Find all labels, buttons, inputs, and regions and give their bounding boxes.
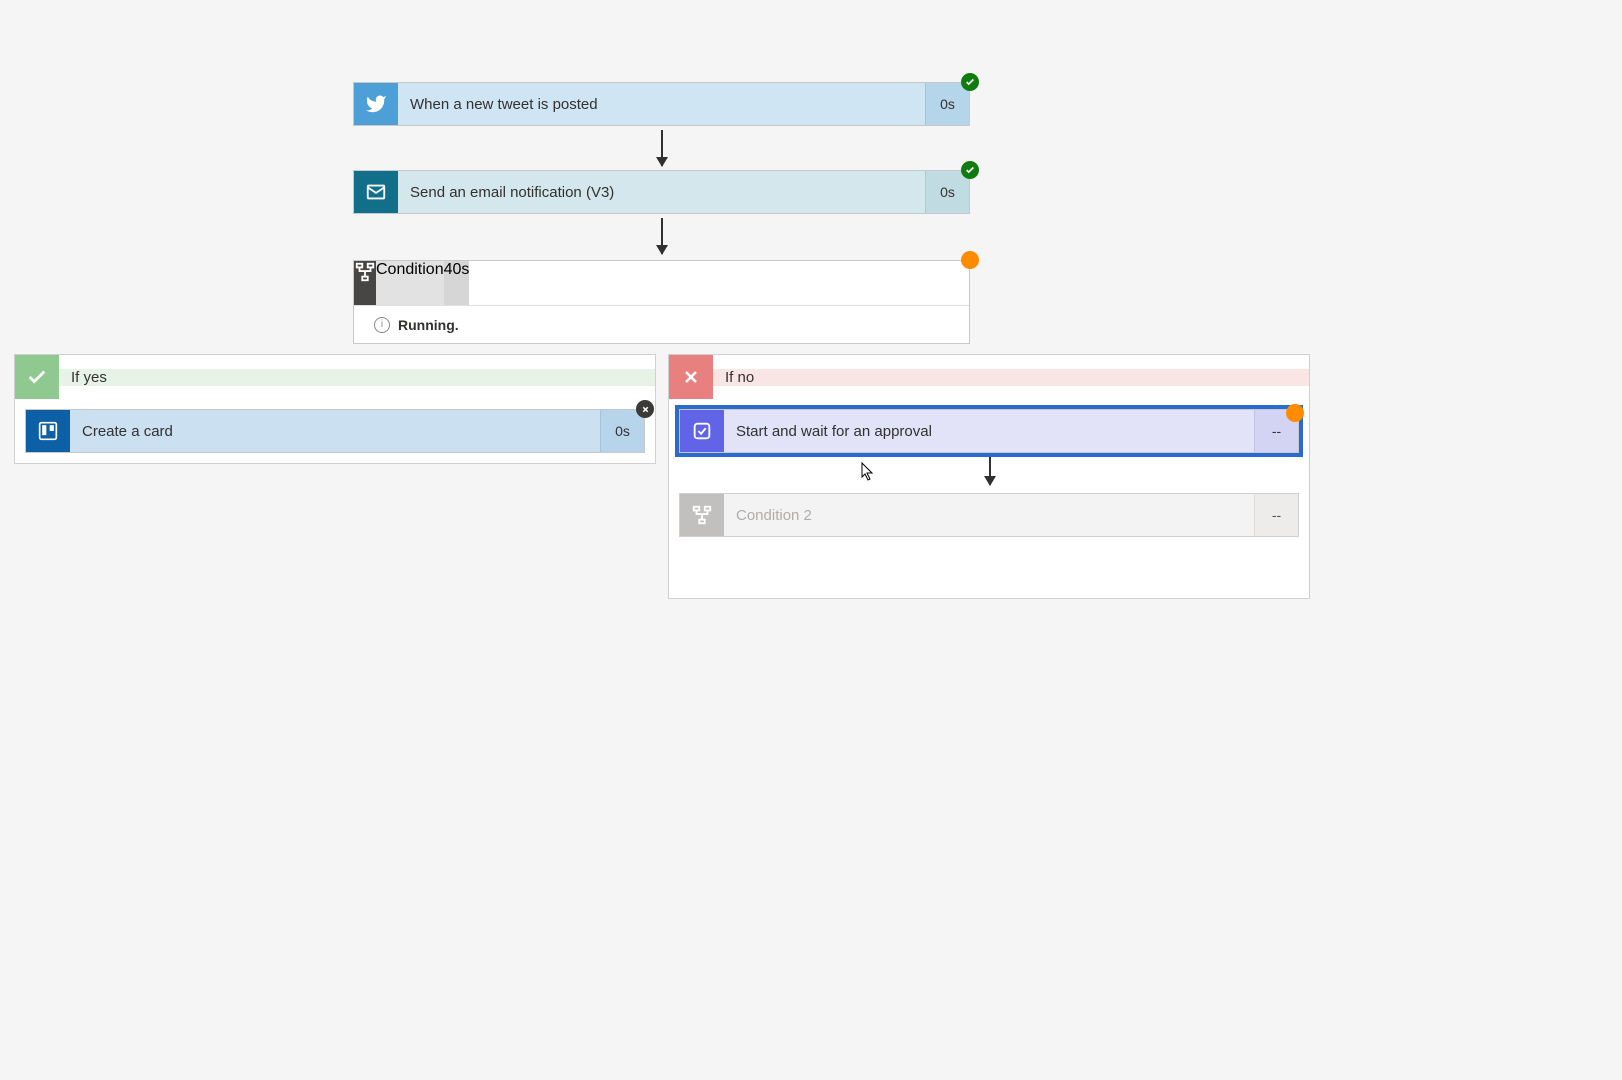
yes-branch-header[interactable]: If yes bbox=[15, 355, 655, 399]
trigger-label: When a new tweet is posted bbox=[398, 83, 925, 125]
email-duration: 0s bbox=[925, 171, 969, 213]
condition-icon bbox=[354, 261, 376, 305]
no-branch-label: If no bbox=[713, 369, 1309, 386]
email-label: Send an email notification (V3) bbox=[398, 171, 925, 213]
running-badge-icon bbox=[1286, 404, 1304, 422]
condition-label: Condition bbox=[376, 261, 444, 305]
condition2-duration: -- bbox=[1254, 494, 1298, 536]
yes-branch: If yes Create a card 0s bbox=[14, 354, 656, 464]
trigger-step[interactable]: When a new tweet is posted 0s bbox=[353, 82, 970, 126]
no-branch-header[interactable]: If no bbox=[669, 355, 1309, 399]
connector-arrow-icon bbox=[661, 218, 663, 254]
condition-status-text: Running. bbox=[398, 317, 459, 333]
error-badge-icon bbox=[636, 400, 654, 418]
cursor-icon bbox=[861, 462, 875, 482]
condition-status-row: i Running. bbox=[354, 305, 969, 343]
trigger-duration: 0s bbox=[925, 83, 969, 125]
flow-canvas: When a new tweet is posted 0s Send an em… bbox=[0, 0, 1622, 1080]
x-icon bbox=[669, 355, 713, 399]
trello-icon bbox=[26, 410, 70, 452]
condition-duration: 40s bbox=[444, 261, 470, 305]
success-badge-icon bbox=[961, 73, 979, 91]
condition-icon bbox=[680, 494, 724, 536]
mail-icon bbox=[354, 171, 398, 213]
connector-arrow-icon bbox=[989, 457, 991, 485]
trello-label: Create a card bbox=[70, 410, 600, 452]
yes-branch-label: If yes bbox=[59, 369, 655, 386]
email-step[interactable]: Send an email notification (V3) 0s bbox=[353, 170, 970, 214]
approval-icon bbox=[680, 410, 724, 452]
no-branch: If no Start and wait for an approval -- bbox=[668, 354, 1310, 599]
info-icon: i bbox=[374, 317, 390, 333]
running-badge-icon bbox=[961, 251, 979, 269]
success-badge-icon bbox=[961, 161, 979, 179]
condition2-step[interactable]: Condition 2 -- bbox=[679, 493, 1299, 537]
approval-label: Start and wait for an approval bbox=[724, 410, 1254, 452]
trello-duration: 0s bbox=[600, 410, 644, 452]
trello-step[interactable]: Create a card 0s bbox=[25, 409, 645, 453]
approval-step[interactable]: Start and wait for an approval -- bbox=[679, 409, 1299, 453]
check-icon bbox=[15, 355, 59, 399]
condition2-label: Condition 2 bbox=[724, 494, 1254, 536]
connector-arrow-icon bbox=[661, 130, 663, 166]
twitter-icon bbox=[354, 83, 398, 125]
condition-step[interactable]: Condition 40s i Running. bbox=[353, 260, 970, 344]
